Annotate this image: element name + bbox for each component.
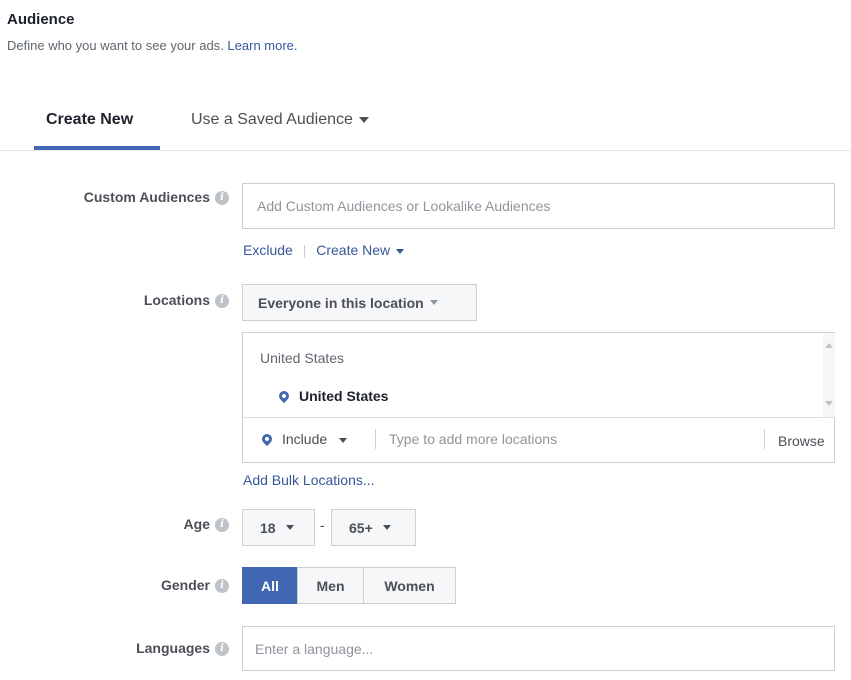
- custom-audiences-placeholder: Add Custom Audiences or Lookalike Audien…: [257, 198, 551, 214]
- gender-option-all[interactable]: All: [242, 567, 298, 604]
- caret-down-icon: [429, 300, 438, 305]
- link-separator: |: [302, 242, 307, 258]
- exclude-link[interactable]: Exclude: [243, 242, 293, 258]
- languages-input[interactable]: Enter a language...: [242, 626, 835, 671]
- age-min-dropdown[interactable]: 18: [242, 509, 315, 546]
- learn-more-link[interactable]: Learn more.: [227, 38, 297, 53]
- description-text: Define who you want to see your ads.: [7, 38, 224, 53]
- location-type-dropdown[interactable]: Everyone in this location: [242, 284, 477, 321]
- gender-option-women[interactable]: Women: [363, 567, 456, 604]
- gender-option-men[interactable]: Men: [297, 567, 364, 604]
- location-group-heading: United States: [260, 350, 345, 366]
- caret-down-icon: [382, 525, 391, 530]
- include-separator: [375, 429, 376, 449]
- add-bulk-locations-link[interactable]: Add Bulk Locations...: [243, 472, 375, 488]
- info-icon[interactable]: i: [215, 642, 229, 657]
- languages-label-text: Languages: [136, 640, 210, 656]
- tab-create-new[interactable]: Create New: [46, 111, 133, 129]
- caret-down-icon: [396, 248, 405, 254]
- info-icon[interactable]: i: [215, 294, 229, 309]
- tab-saved-label: Use a Saved Audience: [191, 111, 353, 128]
- caret-down-icon: [285, 525, 294, 530]
- age-label-text: Age: [183, 516, 210, 532]
- add-location-input[interactable]: Type to add more locations: [389, 431, 759, 447]
- browse-separator: [764, 429, 765, 449]
- scroll-up-icon[interactable]: [825, 343, 833, 348]
- location-pin-icon: [276, 389, 292, 404]
- gender-selector: All Men Women: [242, 567, 456, 604]
- location-type-label: Everyone in this location: [258, 294, 424, 311]
- locations-label: Locations i: [24, 292, 229, 309]
- add-location-placeholder: Type to add more locations: [389, 431, 558, 447]
- browse-button[interactable]: Browse: [778, 433, 825, 449]
- caret-down-icon: [339, 437, 348, 443]
- location-pin-icon: [259, 432, 275, 447]
- locations-box: United States United States Include Type…: [242, 332, 835, 463]
- selected-location-text: United States: [299, 388, 389, 404]
- section-title: Audience: [7, 11, 75, 28]
- info-icon[interactable]: i: [215, 191, 229, 206]
- include-dropdown[interactable]: Include: [259, 431, 348, 447]
- info-icon[interactable]: i: [215, 579, 229, 594]
- languages-label: Languages i: [24, 640, 229, 657]
- active-tab-indicator: [34, 146, 160, 150]
- tab-use-saved-audience[interactable]: Use a Saved Audience: [191, 111, 369, 129]
- custom-audiences-input[interactable]: Add Custom Audiences or Lookalike Audien…: [242, 183, 835, 229]
- custom-audiences-actions: Exclude | Create New: [243, 242, 405, 258]
- location-box-divider: [243, 417, 834, 418]
- gender-label: Gender i: [24, 577, 229, 594]
- age-range-dash: -: [320, 517, 325, 533]
- scroll-down-icon[interactable]: [825, 401, 833, 406]
- tabs-divider: [0, 150, 851, 151]
- languages-placeholder: Enter a language...: [255, 640, 374, 657]
- custom-audiences-label-text: Custom Audiences: [83, 189, 210, 205]
- age-max-dropdown[interactable]: 65+: [331, 509, 416, 546]
- create-new-link-text: Create New: [316, 242, 391, 258]
- gender-label-text: Gender: [160, 577, 210, 593]
- locations-label-text: Locations: [143, 292, 210, 308]
- include-label: Include: [282, 431, 328, 447]
- selected-location[interactable]: United States: [276, 388, 389, 404]
- create-new-link[interactable]: Create New: [316, 242, 405, 258]
- custom-audiences-label: Custom Audiences i: [24, 189, 229, 206]
- age-label: Age i: [24, 516, 229, 533]
- age-max-value: 65+: [349, 519, 373, 536]
- info-icon[interactable]: i: [215, 518, 229, 533]
- location-scrollbar[interactable]: [823, 333, 835, 417]
- caret-down-icon: [358, 116, 369, 123]
- age-min-value: 18: [260, 519, 276, 536]
- section-description: Define who you want to see your ads. Lea…: [7, 38, 298, 53]
